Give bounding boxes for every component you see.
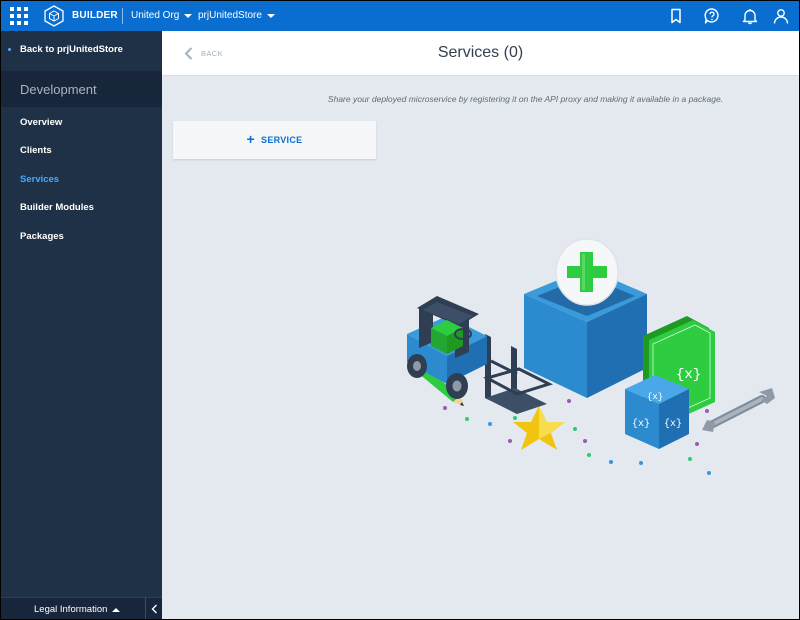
app-grid-icon[interactable]: [10, 7, 28, 25]
chevron-down-icon: [184, 13, 193, 18]
plus-icon: +: [246, 131, 256, 147]
back-to-project-label: Back to prjUnitedStore: [20, 44, 123, 55]
sidebar-item-services[interactable]: Services: [20, 174, 59, 185]
sidebar-section-title: Development: [20, 82, 97, 97]
add-service-content: + SERVICE: [173, 121, 376, 159]
back-to-project-link[interactable]: Back to prjUnitedStore: [1, 42, 162, 58]
sidebar-collapse-button[interactable]: [145, 598, 162, 619]
add-service-label: SERVICE: [261, 135, 303, 145]
chevron-down-icon: [266, 13, 275, 18]
sidebar-item-clients[interactable]: Clients: [20, 145, 52, 156]
top-bar: BUILDER United Org prjUnitedStore: [1, 1, 799, 31]
main-content: BACK Services (0) Share your deployed mi…: [162, 31, 799, 619]
sidebar-section-header: Development: [1, 71, 162, 107]
help-icon[interactable]: [703, 7, 721, 25]
app-window: BUILDER United Org prjUnitedStore Back t…: [1, 1, 799, 619]
page-header: BACK Services (0): [162, 31, 799, 76]
project-dropdown[interactable]: prjUnitedStore: [198, 10, 275, 21]
org-dropdown[interactable]: United Org: [131, 10, 193, 21]
chevron-up-icon: [112, 607, 121, 612]
plus-badge: [555, 238, 619, 306]
sidebar: Back to prjUnitedStore Development Overv…: [1, 31, 162, 619]
svg-text:{x}: {x}: [632, 418, 650, 430]
builder-logo-icon[interactable]: [43, 5, 65, 27]
org-dropdown-label: United Org: [131, 10, 180, 21]
project-dropdown-label: prjUnitedStore: [198, 10, 262, 21]
chevron-left-icon: [151, 604, 157, 614]
add-service-button[interactable]: + SERVICE: [173, 121, 376, 159]
bullet-icon: [8, 48, 11, 51]
app-name: BUILDER: [72, 10, 118, 21]
legal-information-label: Legal Information: [34, 604, 108, 615]
empty-services-illustration: {x} {x} {x} {x}: [407, 238, 775, 475]
bookmark-icon[interactable]: [667, 7, 685, 25]
svg-text:{x}: {x}: [664, 418, 682, 430]
bell-icon[interactable]: [741, 7, 759, 25]
sidebar-item-packages[interactable]: Packages: [20, 231, 64, 242]
svg-text:{x}: {x}: [647, 392, 663, 402]
sidebar-footer: Legal Information: [1, 597, 162, 619]
sidebar-item-builder-modules[interactable]: Builder Modules: [20, 202, 94, 213]
page-description: Share your deployed microservice by regi…: [327, 94, 724, 104]
user-icon[interactable]: [772, 7, 790, 25]
legal-information-toggle[interactable]: Legal Information: [34, 604, 121, 615]
api-cube: {x} {x} {x}: [625, 375, 689, 449]
svg-text:{x}: {x}: [676, 367, 701, 383]
page-title: Services (0): [437, 44, 524, 61]
sidebar-item-overview[interactable]: Overview: [20, 117, 62, 128]
topbar-divider: [122, 8, 123, 24]
